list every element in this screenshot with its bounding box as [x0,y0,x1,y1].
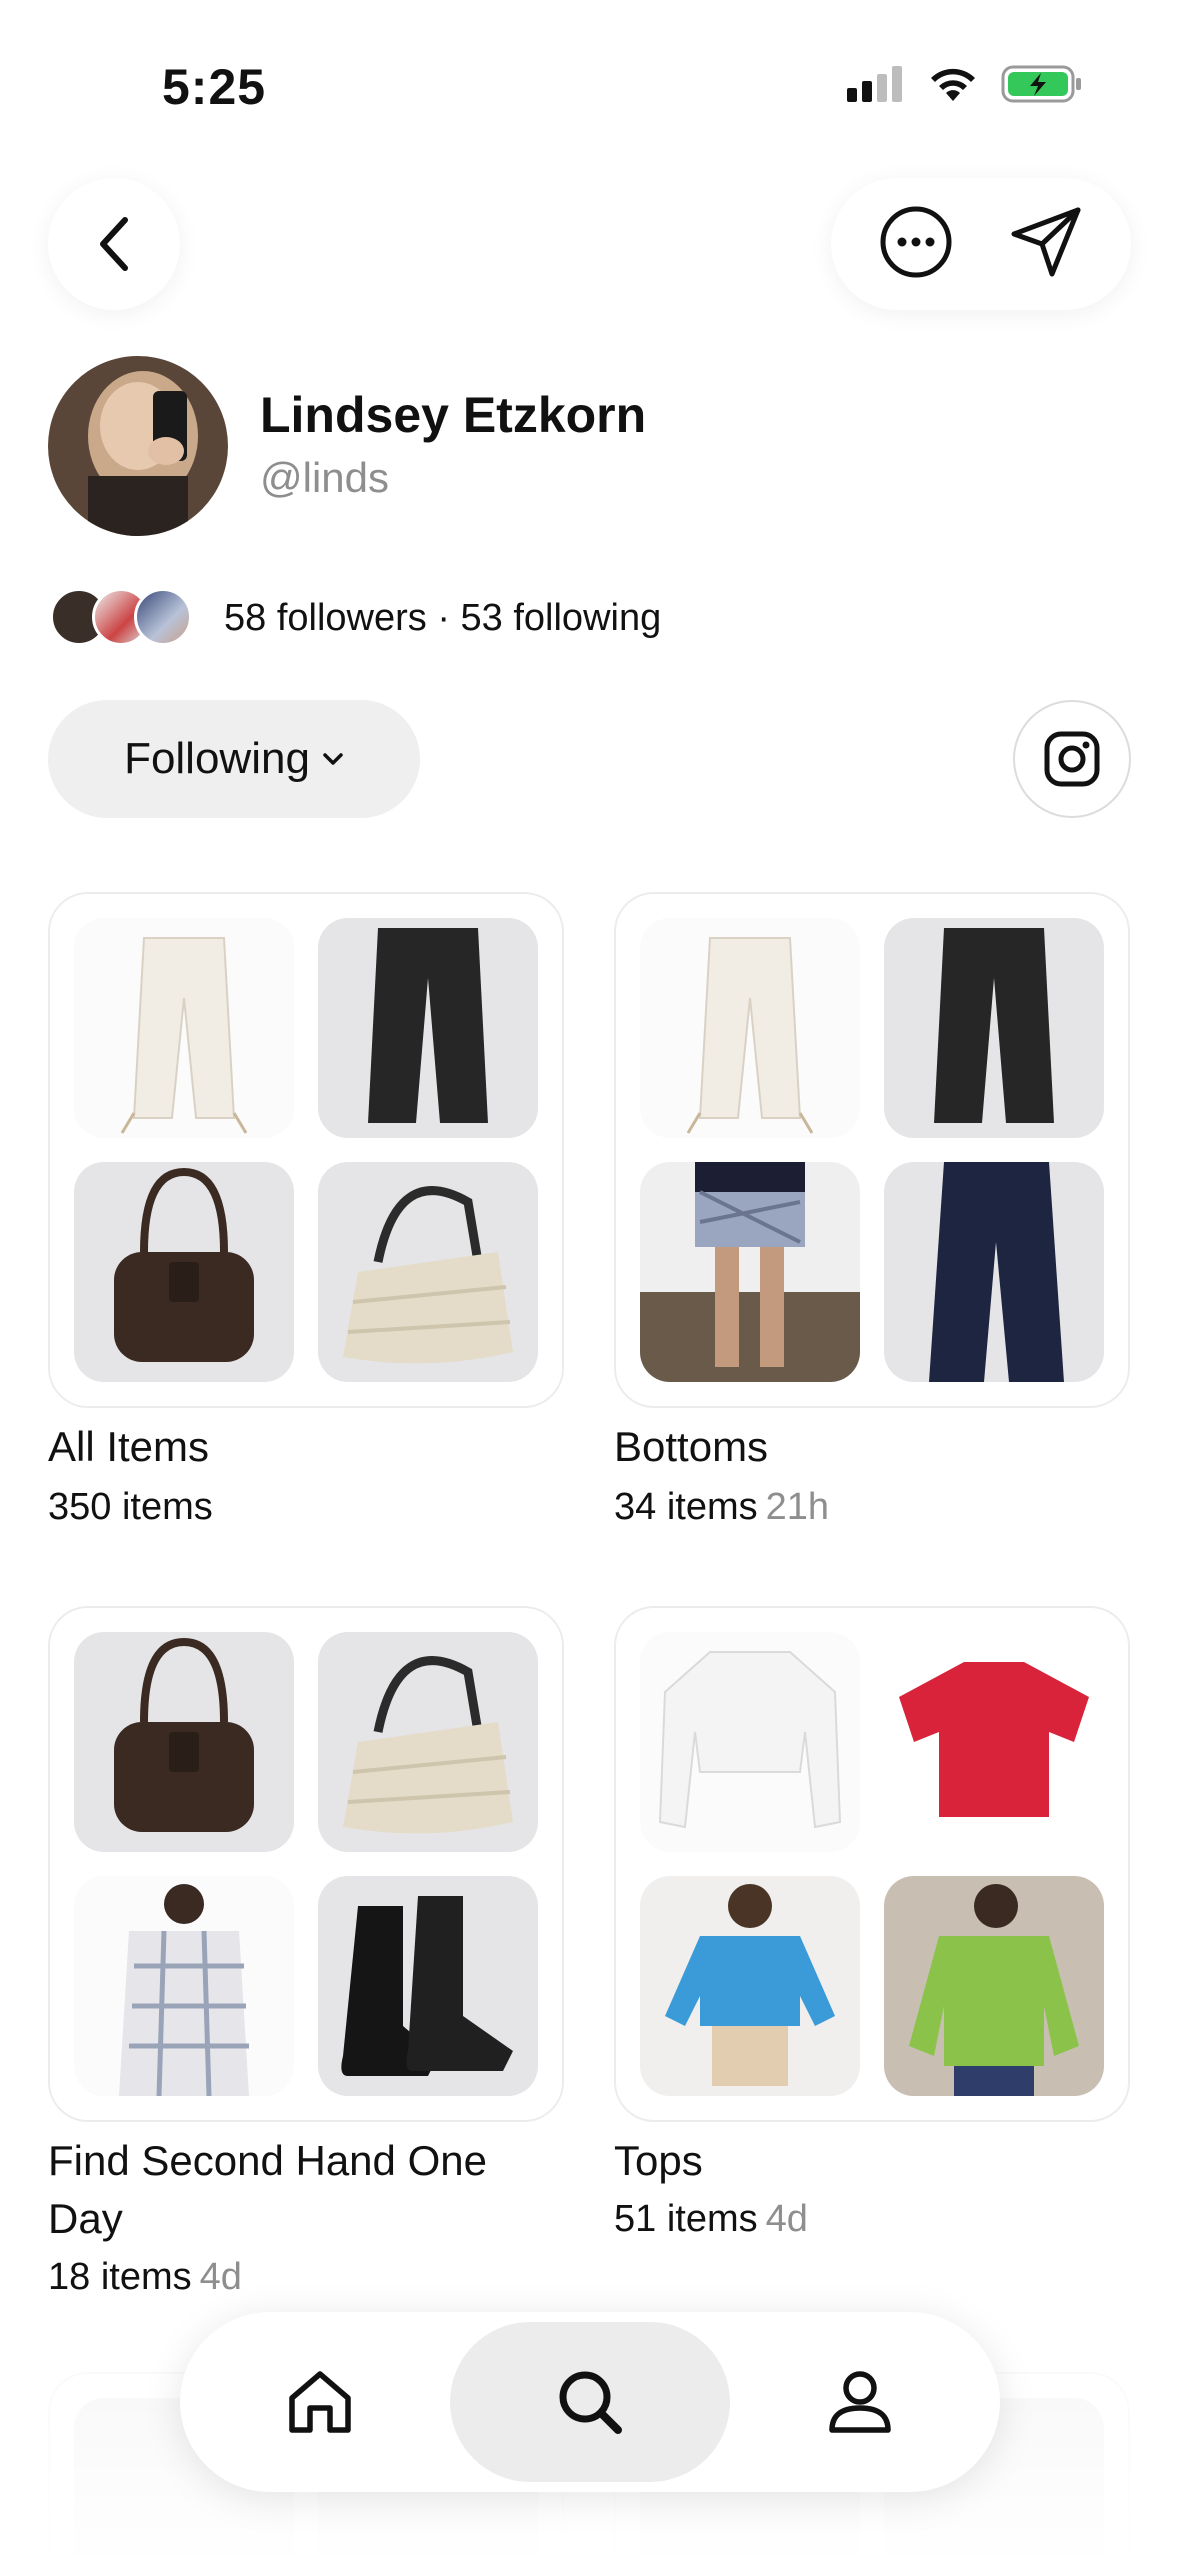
item-thumbnail [74,918,294,1138]
item-thumbnail [884,1632,1104,1852]
battery-charging-icon [1001,65,1081,103]
back-button[interactable] [48,178,180,310]
signal-icon [847,66,902,102]
status-bar: 5:25 [0,0,1179,170]
followers-count: 58 followers · 53 following [224,596,662,639]
item-thumbnail [640,1162,860,1382]
bottom-tab-bar [180,2312,1000,2492]
tab-profile[interactable] [740,2322,980,2482]
status-icons [847,64,1083,104]
collection-card-tops[interactable] [614,1606,1130,2122]
collection-meta: 34 items 21h [614,1486,829,1529]
person-icon [829,2371,891,2433]
item-thumbnail [74,1162,294,1382]
more-button[interactable] [879,205,953,284]
collection-title: Find Second Hand One Day [48,2137,487,2242]
item-thumbnail [74,1632,294,1852]
collection-updated: 4d [765,2198,808,2240]
share-button[interactable] [1008,204,1084,285]
collection-updated: 4d [199,2256,242,2298]
profile-name: Lindsey Etzkorn [260,387,647,443]
item-thumbnail [884,1162,1104,1382]
follower-avatars [50,588,198,648]
status-time: 5:25 [162,59,267,115]
profile-avatar [48,356,228,536]
collection-meta: 350 items [48,1486,213,1529]
following-button[interactable]: Following [48,700,420,818]
collection-count: 350 items [48,1486,213,1528]
collection-meta: 51 items 4d [614,2198,808,2241]
send-icon [1011,207,1080,276]
tab-search[interactable] [450,2322,730,2482]
item-thumbnail [884,918,1104,1138]
item-thumbnail [318,1162,538,1382]
collection-count: 18 items [48,2256,192,2298]
chevron-down-icon [323,753,343,765]
instagram-button[interactable] [1013,700,1131,818]
chevron-left-icon [100,217,128,271]
home-icon [289,2371,351,2433]
collection-card-all-items[interactable] [48,892,564,1408]
following-label: Following [124,734,310,783]
collection-count: 34 items [614,1486,758,1528]
collection-card-second-hand[interactable] [48,1606,564,2122]
item-thumbnail [640,1876,860,2096]
wifi-icon [931,68,975,101]
instagram-icon [1044,731,1100,787]
followers-row[interactable]: 58 followers · 53 following [50,588,661,648]
collection-title: Tops [614,2137,703,2184]
collection-meta: 18 items 4d [48,2256,242,2299]
item-thumbnail [884,1876,1104,2096]
header-actions [831,178,1131,310]
item-thumbnail [74,1876,294,2096]
item-thumbnail [318,1632,538,1852]
collection-count: 51 items [614,2198,758,2240]
collection-updated: 21h [765,1486,830,1528]
search-icon [559,2371,622,2434]
follower-avatar [134,588,192,646]
more-horizontal-icon [880,206,951,277]
item-thumbnail [318,918,538,1138]
item-thumbnail [640,1632,860,1852]
collection-title: All Items [48,1423,210,1470]
item-thumbnail [640,918,860,1138]
profile-handle: @linds [260,454,390,501]
item-thumbnail [318,1876,538,2096]
collection-title: Bottoms [614,1423,769,1470]
tab-home[interactable] [200,2322,440,2482]
collection-card-bottoms[interactable] [614,892,1130,1408]
